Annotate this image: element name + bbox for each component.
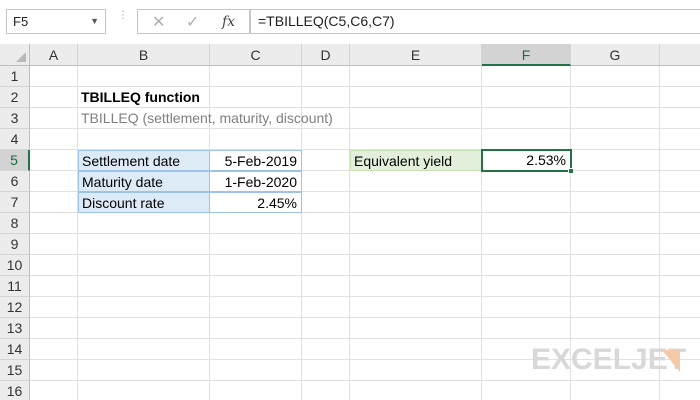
row-header-2[interactable]: 2 [0,87,30,108]
syntax-text[interactable]: TBILLEQ (settlement, maturity, discount) [78,108,336,129]
row-header-9[interactable]: 9 [0,234,30,255]
row-header-13[interactable]: 13 [0,318,30,339]
row-header-4[interactable]: 4 [0,129,30,150]
column-gridline [481,66,482,400]
check-icon[interactable]: ✓ [186,12,199,32]
column-header-e[interactable]: E [350,44,482,66]
column-header-b[interactable]: B [78,44,210,66]
row-header-11[interactable]: 11 [0,276,30,297]
sheet-title[interactable]: TBILLEQ function [78,87,203,108]
formula-input[interactable]: =TBILLEQ(C5,C6,C7) [250,9,700,34]
column-header-f[interactable]: F [482,44,571,66]
name-box[interactable]: F5 ▼ [6,9,106,34]
column-header-g[interactable]: G [571,44,660,66]
name-box-value: F5 [13,14,29,29]
column-header-c[interactable]: C [210,44,302,66]
formula-bar: F5 ▼ ⋮ ✕ ✓ fx =TBILLEQ(C5,C6,C7) [0,0,700,44]
insert-function-icon[interactable]: fx [222,14,235,30]
row-header-10[interactable]: 10 [0,255,30,276]
yield-label[interactable]: Equivalent yield [350,150,482,171]
row-gridline [30,233,700,234]
active-cell-f5[interactable]: 2.53% [481,149,574,174]
row-header-5[interactable]: 5 [0,150,30,171]
row-gridline [30,317,700,318]
row-gridline [30,338,700,339]
column-gridline [349,66,350,400]
maturity-value[interactable]: 1-Feb-2020 [209,171,302,192]
row-header-6[interactable]: 6 [0,171,30,192]
logo-mark-icon [662,350,680,372]
chevron-down-icon[interactable]: ▼ [90,16,99,26]
column-header-h[interactable] [660,44,700,66]
row-header-15[interactable]: 15 [0,360,30,381]
discount-value[interactable]: 2.45% [209,192,302,213]
formula-text: =TBILLEQ(C5,C6,C7) [258,13,395,29]
row-header-8[interactable]: 8 [0,213,30,234]
row-gridline [30,254,700,255]
row-header-16[interactable]: 16 [0,381,30,400]
discount-label[interactable]: Discount rate [78,192,210,213]
drag-handle-icon[interactable]: ⋮ [118,11,128,21]
cancel-icon[interactable]: ✕ [152,12,165,32]
settlement-value[interactable]: 5-Feb-2019 [209,150,302,171]
fill-handle[interactable] [568,168,574,174]
row-header-14[interactable]: 14 [0,339,30,360]
maturity-label[interactable]: Maturity date [78,171,210,192]
row-header-7[interactable]: 7 [0,192,30,213]
row-header-3[interactable]: 3 [0,108,30,129]
row-gridline [30,296,700,297]
column-header-a[interactable]: A [30,44,78,66]
row-gridline [30,275,700,276]
row-gridline [30,380,700,381]
row-header-1[interactable]: 1 [0,66,30,87]
settlement-label[interactable]: Settlement date [78,150,210,171]
row-header-12[interactable]: 12 [0,297,30,318]
select-all-button[interactable] [0,44,30,66]
column-header-d[interactable]: D [302,44,350,66]
formula-buttons: ✕ ✓ fx [137,9,250,34]
yield-value: 2.53% [526,152,566,168]
